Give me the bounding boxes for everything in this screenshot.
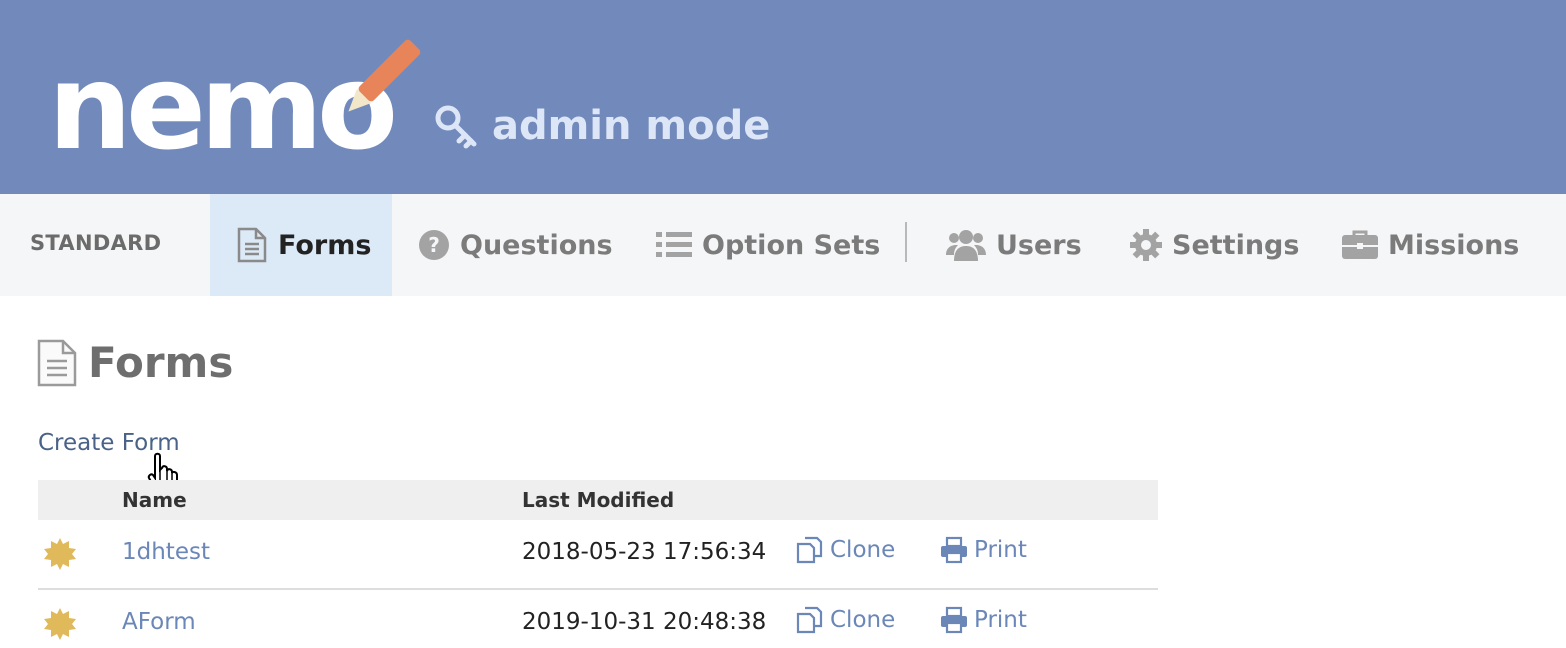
nemo-logo[interactable]: nemo: [48, 38, 438, 158]
logo-text: nemo: [48, 38, 393, 158]
file-text-icon: [37, 339, 77, 386]
nav-item-forms[interactable]: Forms: [210, 194, 392, 296]
standard-badge-icon: [44, 538, 76, 570]
file-text-icon: [237, 227, 267, 263]
last-modified-value: 2018-05-23 17:56:34: [522, 539, 767, 565]
nav-item-label: Questions: [460, 229, 613, 261]
nav-divider: [905, 222, 907, 262]
standard-badge-icon: [44, 608, 76, 640]
briefcase-icon: [1342, 230, 1378, 259]
print-label: Print: [974, 607, 1027, 633]
admin-mode-indicator: admin mode: [434, 100, 770, 152]
list-icon: [656, 232, 692, 257]
table-header: Name Last Modified: [38, 480, 1158, 520]
form-name-link[interactable]: AForm: [122, 609, 196, 635]
nav-item-label: Settings: [1172, 229, 1300, 261]
clone-icon: [796, 536, 823, 564]
last-modified-value: 2019-10-31 20:48:38: [522, 609, 767, 635]
forms-table: Name Last Modified 1dhtest 2018-05-23 17…: [38, 480, 1158, 648]
admin-mode-label: admin mode: [492, 103, 771, 149]
nav-item-label: Users: [996, 229, 1082, 261]
nav-item-label: Missions: [1388, 229, 1520, 261]
column-header-last-modified[interactable]: Last Modified: [522, 488, 674, 512]
nav-item-users[interactable]: Users: [946, 194, 1082, 296]
clone-button[interactable]: Clone: [796, 536, 895, 564]
print-button[interactable]: Print: [940, 536, 1027, 564]
gear-icon: [1130, 229, 1162, 261]
svg-text:?: ?: [428, 233, 440, 257]
table-row: 1dhtest 2018-05-23 17:56:34 Clone Print: [38, 520, 1158, 590]
nav-item-questions[interactable]: ? Questions: [418, 194, 613, 296]
print-button[interactable]: Print: [940, 606, 1027, 634]
print-label: Print: [974, 537, 1027, 563]
clone-label: Clone: [830, 537, 896, 563]
nav-section-label: STANDARD: [30, 231, 162, 255]
nav-item-option-sets[interactable]: Option Sets: [656, 194, 880, 296]
users-icon: [946, 230, 986, 261]
form-name-link[interactable]: 1dhtest: [122, 539, 210, 565]
page-title: Forms: [36, 338, 233, 387]
table-row: AForm 2019-10-31 20:48:38 Clone Print: [38, 590, 1158, 648]
page-title-text: Forms: [88, 338, 234, 387]
main-nav: STANDARD Forms ? Questions Option Sets U…: [0, 194, 1566, 296]
nav-item-label: Option Sets: [702, 229, 881, 261]
key-icon: [435, 105, 477, 149]
print-icon: [941, 606, 967, 634]
print-icon: [941, 536, 967, 564]
clone-button[interactable]: Clone: [796, 606, 895, 634]
clone-icon: [796, 606, 823, 634]
clone-label: Clone: [830, 607, 896, 633]
app-header: nemo admin mode: [0, 0, 1566, 194]
column-header-name[interactable]: Name: [122, 488, 187, 512]
question-circle-icon: ?: [419, 230, 449, 260]
nav-item-missions[interactable]: Missions: [1342, 194, 1519, 296]
nav-item-label: Forms: [278, 229, 372, 261]
nav-item-settings[interactable]: Settings: [1130, 194, 1299, 296]
